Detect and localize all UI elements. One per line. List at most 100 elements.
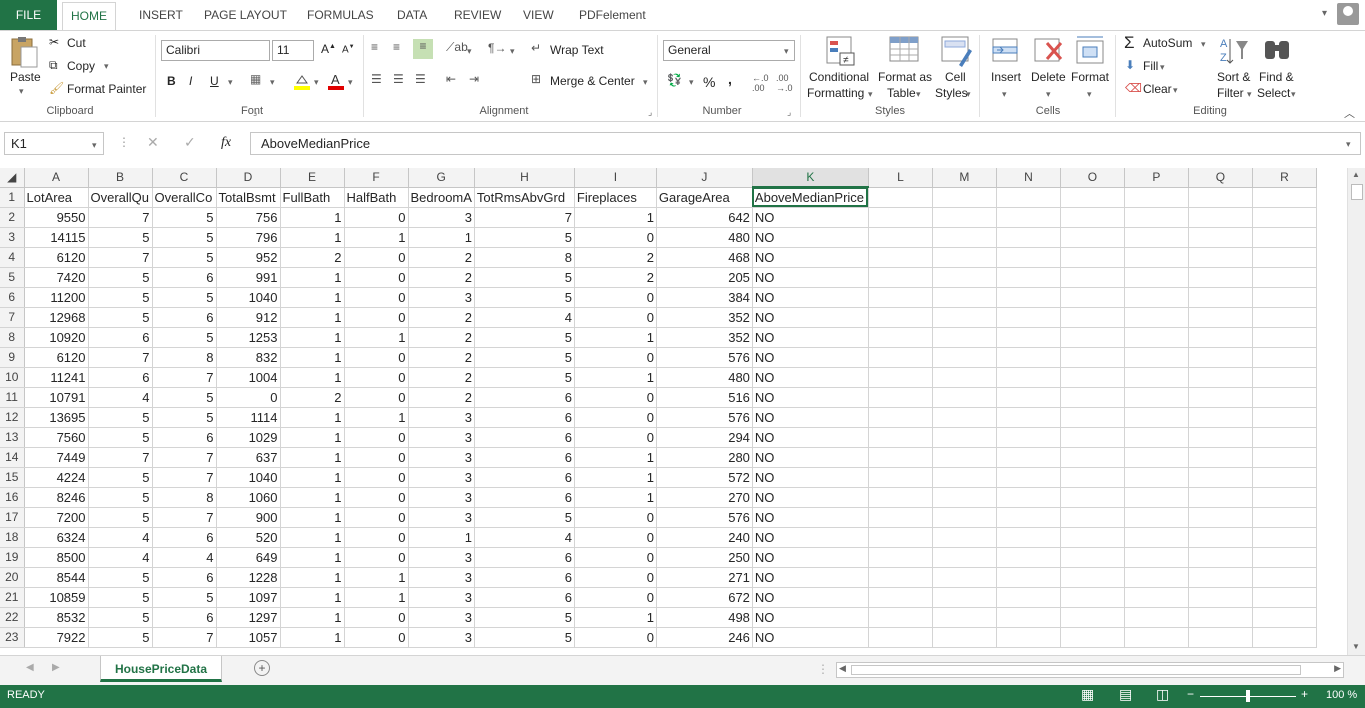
cell[interactable]: 7	[88, 207, 153, 228]
cell[interactable]	[1124, 467, 1189, 488]
cell[interactable]: 6	[88, 327, 153, 348]
cell[interactable]: 1	[574, 467, 657, 488]
clear-button[interactable]: Clear	[1143, 82, 1172, 96]
cell[interactable]: 0	[344, 347, 409, 368]
row-header[interactable]: 23	[0, 627, 25, 648]
cell[interactable]	[996, 507, 1061, 528]
cell[interactable]	[932, 527, 997, 548]
cell[interactable]: 6	[474, 387, 575, 408]
column-header[interactable]: G	[408, 168, 475, 188]
cell[interactable]	[1252, 387, 1317, 408]
cell[interactable]: 1	[280, 447, 345, 468]
cell[interactable]: 2	[408, 307, 475, 328]
cell[interactable]: GarageArea	[656, 187, 753, 208]
cell[interactable]	[1060, 247, 1125, 268]
cell[interactable]	[1188, 247, 1253, 268]
cell[interactable]: 0	[574, 527, 657, 548]
cell[interactable]: 1097	[216, 587, 281, 608]
cell[interactable]	[1188, 567, 1253, 588]
cell[interactable]: 6	[474, 547, 575, 568]
cell[interactable]	[1252, 487, 1317, 508]
cell[interactable]: NO	[752, 547, 869, 568]
conditional-formatting-button[interactable]: Conditional	[809, 70, 869, 84]
cell[interactable]: NO	[752, 287, 869, 308]
cell[interactable]: 1	[280, 367, 345, 388]
cell[interactable]: 672	[656, 587, 753, 608]
name-box-dropdown-icon[interactable]: ▾	[92, 140, 97, 151]
cell[interactable]	[996, 607, 1061, 628]
cell[interactable]: 3	[408, 287, 475, 308]
cell[interactable]: 1	[280, 327, 345, 348]
page-layout-view-icon[interactable]: ▤	[1119, 686, 1132, 703]
cell[interactable]	[1124, 407, 1189, 428]
cell[interactable]	[868, 627, 933, 648]
cell[interactable]: 0	[574, 407, 657, 428]
accounting-format-icon[interactable]: 💱	[667, 73, 682, 87]
cell[interactable]: NO	[752, 247, 869, 268]
row-header[interactable]: 18	[0, 527, 25, 548]
cell[interactable]: OverallQu	[88, 187, 153, 208]
cell[interactable]: 4	[474, 307, 575, 328]
cell[interactable]	[996, 427, 1061, 448]
cell[interactable]: 3	[408, 627, 475, 648]
scroll-right-icon[interactable]: ▶	[1334, 663, 1341, 674]
cell[interactable]	[868, 267, 933, 288]
cell[interactable]: HalfBath	[344, 187, 409, 208]
cell[interactable]	[868, 367, 933, 388]
cell[interactable]	[1060, 287, 1125, 308]
delete-dropdown-icon[interactable]: ▾	[1046, 89, 1051, 100]
cell-styles-icon[interactable]	[941, 35, 973, 67]
cell[interactable]: 7	[152, 467, 217, 488]
cell[interactable]: 6	[88, 367, 153, 388]
cell[interactable]: 3	[408, 587, 475, 608]
number-format-dropdown-icon[interactable]: ▾	[784, 46, 789, 57]
cell[interactable]: 0	[344, 527, 409, 548]
sort-filter-icon[interactable]: AZ	[1218, 35, 1250, 67]
cell[interactable]: 10920	[24, 327, 89, 348]
fill-button[interactable]: Fill	[1143, 59, 1158, 73]
paste-button[interactable]: Paste	[10, 70, 41, 84]
cell[interactable]: 0	[344, 307, 409, 328]
row-header[interactable]: 19	[0, 547, 25, 568]
cell[interactable]	[868, 207, 933, 228]
font-size-select[interactable]: 11	[272, 40, 314, 61]
cell[interactable]	[1060, 627, 1125, 648]
enter-icon[interactable]: ✓	[184, 134, 196, 151]
accounting-dropdown-icon[interactable]: ▾	[689, 77, 694, 88]
cell[interactable]	[1188, 447, 1253, 468]
cell[interactable]: 3	[408, 547, 475, 568]
cell[interactable]	[1124, 487, 1189, 508]
row-header[interactable]: 17	[0, 507, 25, 528]
conditional-formatting-dropdown-icon[interactable]: ▾	[868, 89, 873, 100]
scroll-down-icon[interactable]: ▼	[1352, 642, 1360, 651]
autosum-dropdown-icon[interactable]: ▾	[1201, 39, 1206, 50]
cell[interactable]	[1124, 447, 1189, 468]
cell[interactable]	[996, 447, 1061, 468]
cell[interactable]	[868, 407, 933, 428]
tab-formulas[interactable]: FORMULAS	[307, 0, 374, 30]
cell[interactable]: 0	[344, 507, 409, 528]
cell[interactable]: 2	[408, 247, 475, 268]
zoom-level[interactable]: 100 %	[1326, 689, 1357, 701]
clear-dropdown-icon[interactable]: ▾	[1173, 85, 1178, 96]
cell[interactable]	[996, 327, 1061, 348]
cut-button[interactable]: Cut	[67, 36, 86, 50]
cell[interactable]: 5	[88, 227, 153, 248]
cell[interactable]: 6	[152, 427, 217, 448]
horizontal-scrollbar[interactable]: ◀ ▶	[836, 662, 1344, 678]
zoom-slider-thumb[interactable]	[1246, 690, 1250, 702]
cell[interactable]	[1188, 487, 1253, 508]
cell[interactable]	[868, 347, 933, 368]
cell[interactable]: 5	[88, 307, 153, 328]
text-direction-icon[interactable]: ¶→	[488, 41, 506, 55]
cell[interactable]: 637	[216, 447, 281, 468]
cell[interactable]: Fireplaces	[574, 187, 657, 208]
cell[interactable]	[868, 587, 933, 608]
cell[interactable]	[932, 467, 997, 488]
cell[interactable]: 1	[280, 427, 345, 448]
cell[interactable]	[868, 447, 933, 468]
cell[interactable]	[1060, 347, 1125, 368]
cell[interactable]: 1	[574, 207, 657, 228]
column-header[interactable]: K	[752, 168, 869, 188]
cell[interactable]: 7	[152, 367, 217, 388]
